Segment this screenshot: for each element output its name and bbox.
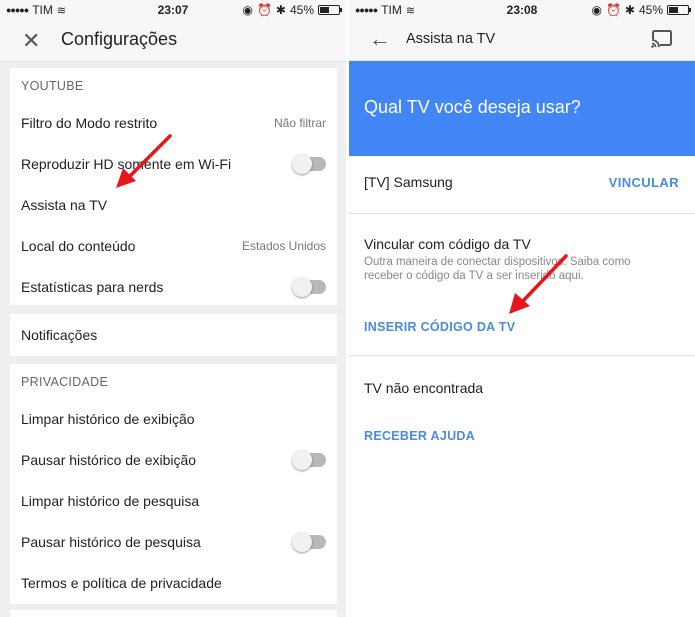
device-row: [TV] Samsung VINCULAR: [349, 156, 695, 214]
setting-privacy-terms[interactable]: Termos e política de privacidade: [10, 562, 337, 603]
tv-question-banner: Qual TV você deseja usar?: [349, 61, 695, 156]
setting-label: Termos e política de privacidade: [21, 574, 222, 591]
setting-content-location[interactable]: Local do conteúdo Estados Unidos: [10, 225, 337, 266]
right-screen: ●●●●● TIM ≋ 23:08 ◉ ⏰ ✱ 45% ← Assista na…: [349, 0, 695, 617]
close-icon[interactable]: ✕: [22, 28, 40, 54]
status-bar: ●●●●● TIM ≋ 23:07 ◉ ⏰ ✱ 45%: [0, 0, 346, 20]
setting-label: Pausar histórico de exibição: [21, 451, 197, 468]
setting-value: Não filtrar: [273, 115, 326, 130]
pause-watch-toggle[interactable]: [292, 450, 326, 470]
alarm-icon: ⏰: [605, 3, 621, 17]
link-device-button[interactable]: VINCULAR: [609, 175, 679, 190]
setting-label: Limpar histórico de exibição: [21, 410, 195, 427]
section-header-youtube: YOUTUBE: [21, 79, 84, 93]
notifications-section: Notificações: [10, 314, 337, 356]
left-screen: ●●●●● TIM ≋ 23:07 ◉ ⏰ ✱ 45% ✕ Configuraç…: [0, 0, 346, 617]
app-bar: ✕ Configurações: [0, 20, 346, 62]
app-bar: ← Assista na TV: [349, 20, 695, 61]
setting-pause-search-history[interactable]: Pausar histórico de pesquisa: [10, 521, 337, 562]
setting-label: Pausar histórico de pesquisa: [21, 533, 201, 550]
section-heading: Vincular com código da TV: [364, 236, 531, 252]
setting-clear-watch-history[interactable]: Limpar histórico de exibição: [10, 398, 337, 439]
youtube-section: YOUTUBE Filtro do Modo restrito Não filt…: [10, 68, 337, 305]
page-title: Configurações: [61, 29, 178, 49]
setting-label: Estatísticas para nerds: [21, 278, 164, 295]
battery-percent: 45%: [638, 3, 663, 17]
privacy-section: PRIVACIDADE Limpar histórico de exibição…: [10, 364, 337, 604]
device-name: [TV] Samsung: [364, 174, 453, 190]
rotation-lock-icon: ◉: [242, 3, 253, 17]
link-code-section: Vincular com código da TV Outra maneira …: [349, 214, 695, 356]
setting-label: Filtro do Modo restrito: [21, 114, 158, 131]
bluetooth-icon: ✱: [275, 3, 286, 17]
setting-clear-search-history[interactable]: Limpar histórico de pesquisa: [10, 480, 337, 521]
setting-watch-on-tv[interactable]: Assista na TV: [10, 184, 337, 225]
setting-label: Reproduzir HD somente em Wi-Fi: [21, 155, 232, 172]
section-heading: TV não encontrada: [364, 380, 484, 396]
section-description: Outra maneira de conectar dispositivos. …: [364, 256, 631, 282]
empty-area: [349, 476, 695, 617]
stats-toggle[interactable]: [292, 277, 326, 297]
section-header-privacy: PRIVACIDADE: [21, 375, 109, 389]
enter-tv-code-button[interactable]: INSERIR CÓDIGO DA TV: [364, 320, 515, 334]
cast-icon[interactable]: [651, 30, 673, 48]
setting-label: Assista na TV: [21, 196, 108, 213]
battery-icon: [318, 5, 342, 15]
battery-icon: [667, 5, 691, 15]
setting-label: Local do conteúdo: [21, 237, 136, 254]
setting-hd-wifi[interactable]: Reproduzir HD somente em Wi-Fi: [10, 143, 337, 184]
setting-value: Estados Unidos: [241, 238, 326, 253]
rotation-lock-icon: ◉: [591, 3, 602, 17]
bluetooth-icon: ✱: [624, 3, 635, 17]
setting-label: Limpar histórico de pesquisa: [21, 492, 200, 509]
page-title: Assista na TV: [406, 31, 496, 47]
pause-search-toggle[interactable]: [292, 532, 326, 552]
banner-question: Qual TV você deseja usar?: [364, 97, 581, 117]
hd-wifi-toggle[interactable]: [292, 154, 326, 174]
setting-restricted-mode[interactable]: Filtro do Modo restrito Não filtrar: [10, 102, 337, 143]
next-section: [10, 610, 337, 617]
setting-notifications[interactable]: Notificações: [10, 314, 337, 355]
setting-stats-for-nerds[interactable]: Estatísticas para nerds: [10, 266, 337, 307]
setting-pause-watch-history[interactable]: Pausar histórico de exibição: [10, 439, 337, 480]
tv-not-found-section: TV não encontrada RECEBER AJUDA: [349, 356, 695, 476]
battery-percent: 45%: [289, 3, 314, 17]
setting-label: Notificações: [21, 326, 98, 343]
back-arrow-icon[interactable]: ←: [369, 26, 391, 52]
get-help-button[interactable]: RECEBER AJUDA: [364, 429, 475, 443]
alarm-icon: ⏰: [256, 3, 272, 17]
status-bar: ●●●●● TIM ≋ 23:08 ◉ ⏰ ✱ 45%: [349, 0, 695, 20]
